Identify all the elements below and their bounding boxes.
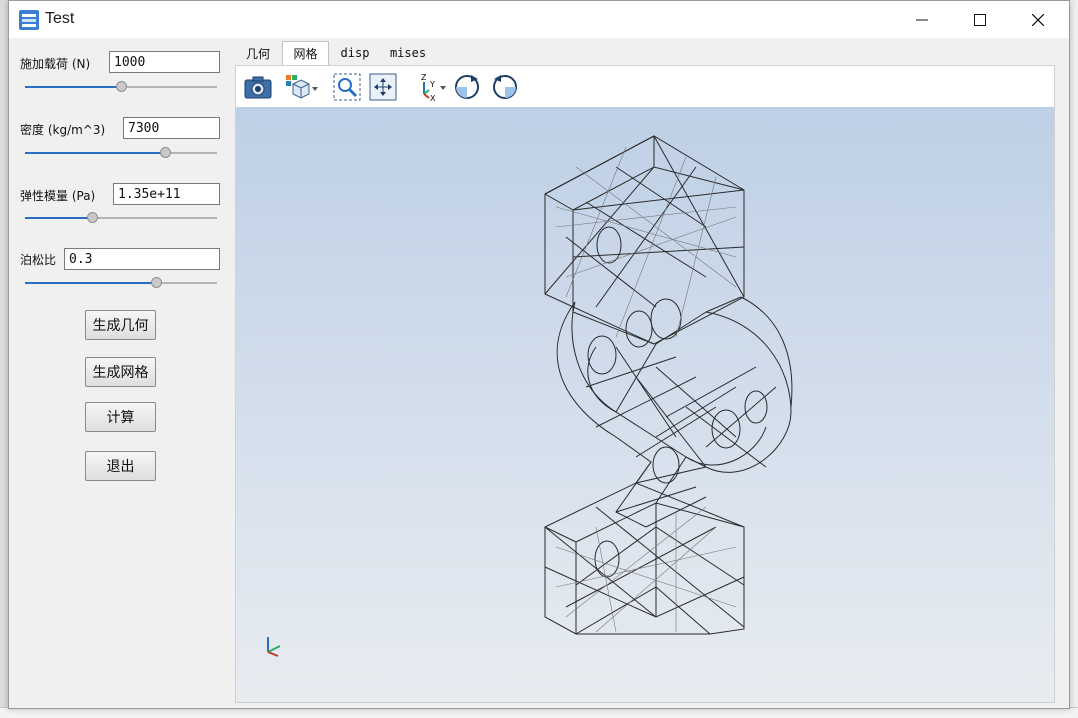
density-label: 密度 (kg/m^3)	[20, 123, 106, 137]
poisson-input[interactable]	[64, 248, 220, 270]
modulus-label: 弹性模量 (Pa)	[20, 189, 96, 203]
view-toolbar: Z Y X	[236, 66, 1054, 107]
slider-fill	[25, 217, 93, 219]
camera-icon	[244, 76, 272, 99]
svg-text:Y: Y	[429, 80, 435, 89]
slider-fill	[25, 282, 156, 284]
rotate-ccw-icon	[493, 75, 517, 99]
slider-fill	[25, 152, 166, 154]
slider-fill	[25, 86, 121, 88]
poisson-label: 泊松比	[20, 253, 57, 267]
zoom-fit-icon	[333, 73, 361, 101]
rotate-ccw-button[interactable]	[490, 73, 520, 101]
maximize-button[interactable]	[951, 1, 1009, 38]
tab-mises[interactable]: mises	[383, 41, 433, 65]
slider-handle[interactable]	[87, 212, 99, 223]
axes-icon: Z Y X	[421, 73, 446, 102]
tab-mesh[interactable]: 网格	[282, 41, 329, 65]
load-label: 施加载荷 (N)	[20, 57, 91, 71]
tab-disp[interactable]: disp	[331, 41, 379, 65]
svg-text:Z: Z	[421, 73, 427, 82]
maximize-icon	[974, 13, 986, 26]
mesh-view-panel: Z Y X	[235, 65, 1055, 703]
app-icon	[19, 10, 39, 30]
mesh-model	[544, 135, 793, 635]
modulus-slider[interactable]	[25, 211, 217, 225]
parameter-panel: 施加载荷 (N) 密度 (kg/m^3) 弹性模量 (Pa) 泊松比 生	[9, 39, 231, 706]
poisson-slider[interactable]	[25, 276, 217, 290]
compute-button[interactable]: 计算	[85, 402, 156, 432]
load-slider[interactable]	[25, 80, 217, 94]
minimize-button[interactable]	[893, 1, 951, 38]
window-title: Test	[45, 10, 75, 27]
title-bar[interactable]: Test	[9, 1, 1069, 38]
minimize-icon	[916, 19, 928, 20]
exit-button[interactable]: 退出	[85, 451, 156, 481]
pan-button[interactable]	[368, 73, 398, 101]
close-icon	[1032, 13, 1044, 26]
axis-triad-icon	[267, 637, 281, 657]
svg-text:X: X	[430, 94, 436, 102]
rotate-cw-button[interactable]	[452, 73, 482, 101]
load-input[interactable]	[109, 51, 220, 73]
generate-mesh-button[interactable]: 生成网格	[85, 357, 156, 387]
slider-handle[interactable]	[150, 277, 162, 288]
generate-geometry-button[interactable]: 生成几何	[85, 310, 156, 340]
screenshot-button[interactable]	[242, 73, 274, 101]
density-slider[interactable]	[25, 146, 217, 160]
tab-geometry[interactable]: 几何	[235, 41, 281, 65]
3d-viewport[interactable]	[236, 107, 1054, 702]
pan-icon	[369, 73, 397, 101]
zoom-fit-button[interactable]	[332, 73, 362, 101]
modulus-input[interactable]	[113, 183, 220, 205]
slider-handle[interactable]	[116, 81, 127, 92]
axes-dropdown[interactable]: Z Y X	[414, 73, 448, 102]
rotate-cw-icon	[455, 75, 479, 99]
close-button[interactable]	[1009, 1, 1067, 38]
view-orientation-dropdown[interactable]	[284, 73, 320, 101]
app-window: Test 施加载荷 (N) 密度 (kg/m^3)	[8, 0, 1070, 709]
slider-handle[interactable]	[160, 147, 172, 158]
view-cube-icon	[286, 75, 318, 99]
density-input[interactable]	[123, 117, 220, 139]
